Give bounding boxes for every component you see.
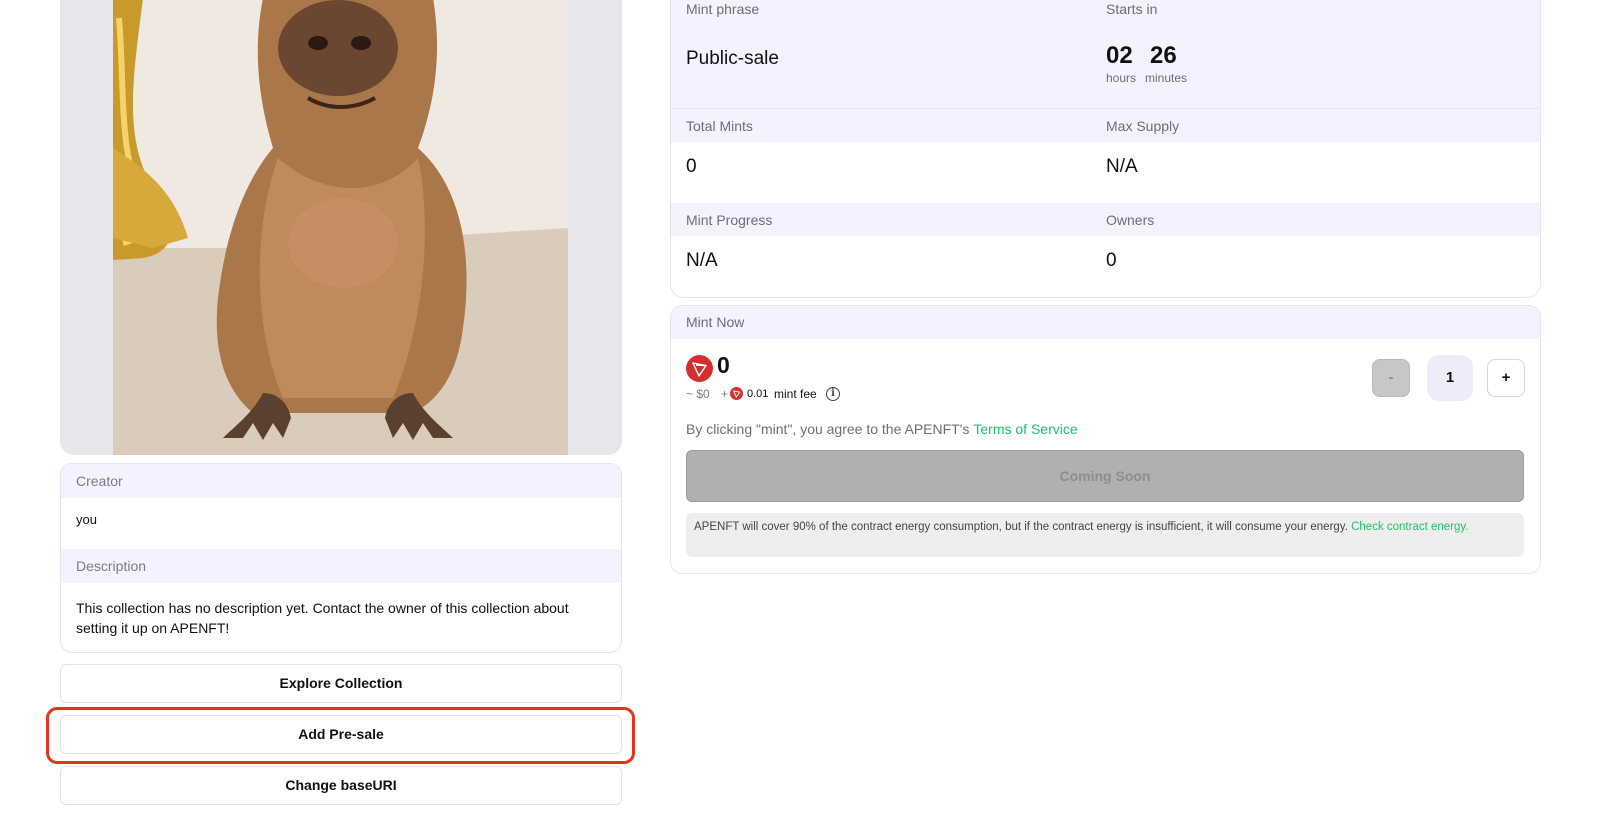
owners-label: Owners bbox=[1106, 212, 1155, 228]
creator-label: Creator bbox=[61, 464, 621, 498]
collection-info-card: Creator you Description This collection … bbox=[60, 463, 622, 653]
description-text: This collection has no description yet. … bbox=[76, 600, 569, 636]
energy-notice: APENFT will cover 90% of the contract en… bbox=[686, 513, 1524, 557]
mint-stats-card: Mint phrase Public-sale Starts in 02 hou… bbox=[670, 0, 1541, 298]
increase-quantity-button[interactable]: + bbox=[1487, 359, 1525, 397]
terms-agreement: By clicking "mint", you agree to the APE… bbox=[686, 421, 1078, 437]
mint-fee-amount: 0.01 bbox=[747, 388, 769, 400]
countdown-minutes: 26 bbox=[1150, 42, 1177, 69]
fee-plus: + bbox=[721, 387, 729, 401]
terms-of-service-link[interactable]: Terms of Service bbox=[973, 421, 1077, 437]
energy-note-text: APENFT will cover 90% of the contract en… bbox=[694, 521, 1348, 533]
max-supply-label: Max Supply bbox=[1106, 118, 1180, 134]
mint-now-card: Mint Now 0 ~ $0 + 0.01 mint fee i - 1 + … bbox=[670, 305, 1541, 574]
tron-icon bbox=[686, 355, 713, 382]
mint-progress-label: Mint Progress bbox=[686, 212, 773, 228]
mint-now-header: Mint Now bbox=[671, 306, 1540, 339]
owners-value: 0 bbox=[1106, 250, 1117, 271]
max-supply-value: N/A bbox=[1106, 156, 1138, 177]
highlight-box bbox=[46, 707, 635, 764]
description-label: Description bbox=[61, 549, 621, 583]
collection-image-card bbox=[60, 0, 622, 455]
decrease-quantity-button[interactable]: - bbox=[1372, 359, 1410, 397]
tron-small-icon bbox=[730, 387, 743, 400]
mint-price: 0 bbox=[717, 352, 730, 378]
total-mints-label: Total Mints bbox=[686, 118, 753, 134]
explore-collection-button[interactable]: Explore Collection bbox=[60, 664, 622, 703]
total-mints-value: 0 bbox=[686, 156, 697, 177]
price-usd: ~ $0 bbox=[686, 387, 710, 401]
info-icon[interactable]: i bbox=[826, 387, 840, 401]
coming-soon-button[interactable]: Coming Soon bbox=[686, 450, 1524, 502]
quantity-value[interactable]: 1 bbox=[1427, 355, 1473, 401]
mint-phrase-label: Mint phrase bbox=[686, 1, 760, 17]
mint-phrase-value: Public-sale bbox=[686, 48, 779, 69]
mint-phase-row: Mint phrase Public-sale Starts in 02 hou… bbox=[671, 0, 1540, 109]
change-baseuri-button[interactable]: Change baseURI bbox=[60, 766, 622, 805]
agree-text: By clicking "mint", you agree to the APE… bbox=[686, 421, 970, 437]
countdown-minutes-label: minutes bbox=[1145, 71, 1188, 85]
creator-value: you bbox=[76, 512, 97, 527]
countdown-hours: 02 bbox=[1106, 42, 1133, 69]
mint-fee-label: mint fee bbox=[774, 387, 817, 401]
collection-image bbox=[113, 0, 568, 455]
mint-progress-value: N/A bbox=[686, 250, 718, 271]
starts-in-label: Starts in bbox=[1106, 1, 1158, 17]
countdown-hours-label: hours bbox=[1106, 71, 1137, 85]
check-contract-energy-link[interactable]: Check contract energy. bbox=[1351, 521, 1468, 533]
